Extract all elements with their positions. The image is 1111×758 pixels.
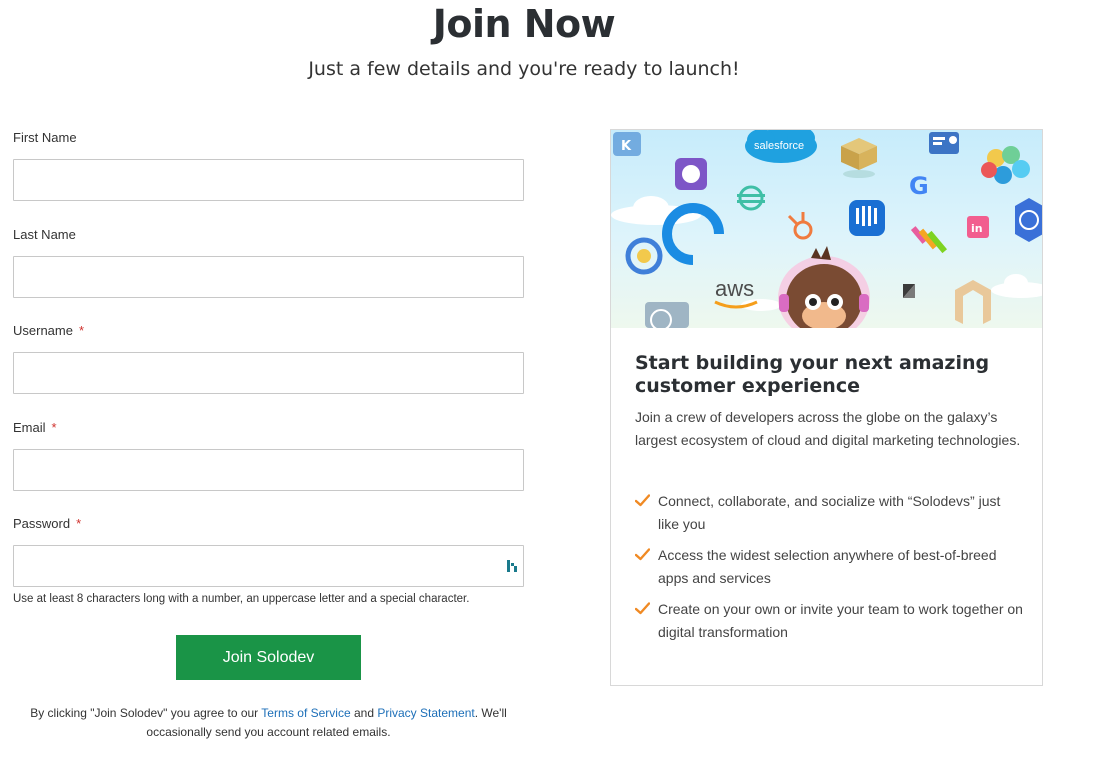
integrations-banner: K salesforce G in aws — [611, 130, 1042, 328]
kentico-logo: K — [613, 132, 641, 156]
legal-notice: By clicking "Join Solodev" you agree to … — [13, 704, 524, 742]
elastic-logo — [981, 146, 1030, 184]
invision-logo: in — [967, 216, 989, 238]
benefits-list: Connect, collaborate, and socialize with… — [635, 490, 1025, 652]
join-solodev-button[interactable]: Join Solodev — [176, 635, 361, 680]
integrations-illustration: K salesforce G in aws — [611, 130, 1042, 328]
check-icon — [635, 494, 650, 507]
google-logo: G — [909, 172, 929, 200]
svg-text:K: K — [621, 139, 632, 154]
check-icon — [635, 602, 650, 615]
svg-text:salesforce: salesforce — [754, 140, 804, 152]
svg-text:in: in — [971, 222, 983, 235]
username-label: Username * — [13, 323, 85, 338]
password-manager-icon[interactable] — [506, 558, 518, 574]
monkey-mascot — [778, 246, 870, 328]
password-hint: Use at least 8 characters long with a nu… — [13, 593, 470, 605]
password-input-wrapper — [13, 545, 524, 587]
last-name-field-group: Last Name — [13, 227, 524, 298]
required-marker: * — [76, 516, 82, 531]
benefit-text: Connect, collaborate, and socialize with… — [658, 493, 1001, 532]
password-input[interactable] — [14, 546, 494, 586]
zendesk-logo — [903, 284, 915, 298]
circular-logo — [625, 237, 663, 275]
salesforce-logo: salesforce — [745, 130, 817, 163]
terms-of-service-link[interactable]: Terms of Service — [261, 706, 350, 720]
username-input[interactable] — [13, 352, 524, 394]
benefit-text: Create on your own or invite your team t… — [658, 601, 1023, 640]
svg-text:aws: aws — [715, 276, 754, 301]
kubernetes-logo — [1015, 198, 1042, 242]
list-item: Connect, collaborate, and socialize with… — [635, 490, 1025, 536]
benefit-text: Access the widest selection anywhere of … — [658, 547, 997, 586]
check-icon — [635, 548, 650, 561]
promo-card: K salesforce G in aws Start building you… — [610, 129, 1043, 686]
first-name-label: First Name — [13, 130, 77, 145]
intercom-logo — [849, 200, 885, 236]
list-item: Create on your own or invite your team t… — [635, 598, 1025, 644]
legal-and: and — [350, 706, 378, 720]
hubspot-logo — [787, 212, 813, 240]
stellar-logo — [737, 185, 765, 211]
email-input[interactable] — [13, 449, 524, 491]
password-label: Password * — [13, 516, 82, 531]
list-item: Access the widest selection anywhere of … — [635, 544, 1025, 590]
last-name-label: Last Name — [13, 227, 76, 242]
required-marker: * — [78, 323, 85, 338]
webpage-icon — [929, 132, 959, 154]
page-subtitle: Just a few details and you're ready to l… — [308, 58, 740, 80]
first-name-field-group: First Name — [13, 130, 524, 201]
cube-logo — [841, 138, 877, 178]
card-description: Join a crew of developers across the glo… — [635, 409, 1021, 448]
card-title: Start building your next amazing custome… — [635, 352, 990, 397]
first-name-input[interactable] — [13, 159, 524, 201]
email-field-group: Email * — [13, 420, 524, 491]
last-name-input[interactable] — [13, 256, 524, 298]
privacy-statement-link[interactable]: Privacy Statement — [377, 706, 474, 720]
required-marker: * — [51, 420, 57, 435]
legal-prefix: By clicking "Join Solodev" you agree to … — [30, 706, 262, 720]
username-field-group: Username * — [13, 323, 524, 394]
page-title: Join Now — [432, 2, 616, 46]
globe-chat-icon — [645, 302, 689, 328]
password-field-group: Password * — [13, 516, 524, 587]
tableau-logo — [910, 226, 948, 254]
datadog-logo — [675, 158, 707, 190]
magento-logo — [955, 280, 991, 324]
email-label: Email * — [13, 420, 57, 435]
